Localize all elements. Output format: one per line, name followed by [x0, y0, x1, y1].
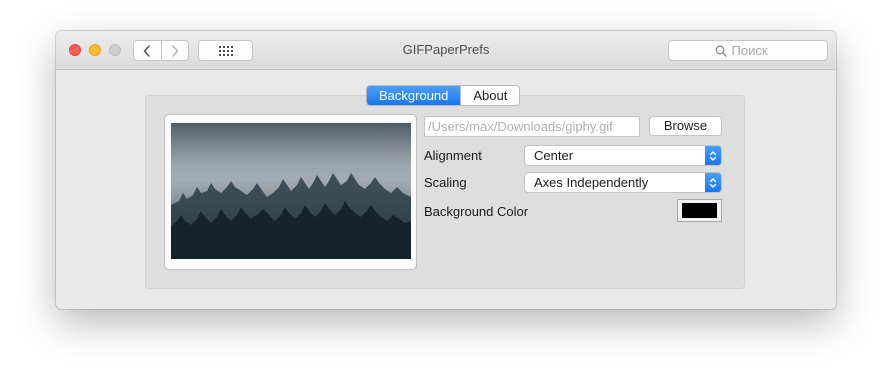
preferences-window: GIFPaperPrefs Background About /Users/ma…	[56, 31, 836, 309]
browse-button[interactable]: Browse	[649, 116, 722, 136]
tab-about[interactable]: About	[460, 86, 519, 105]
background-color-well[interactable]	[677, 199, 722, 222]
grid-icon	[218, 45, 233, 56]
close-window-button[interactable]	[69, 44, 81, 56]
search-input[interactable]	[731, 43, 782, 58]
alignment-popup[interactable]: Center	[524, 145, 722, 166]
scaling-popup[interactable]: Axes Independently	[524, 172, 722, 193]
search-field[interactable]	[668, 40, 828, 61]
alignment-label: Alignment	[424, 148, 482, 163]
tab-bar: Background About	[366, 85, 521, 106]
up-down-arrows-icon	[705, 146, 721, 165]
chevron-left-icon	[144, 44, 150, 57]
zoom-window-button[interactable]	[109, 44, 121, 56]
show-all-button[interactable]	[198, 40, 253, 61]
magnifier-icon	[715, 45, 727, 57]
gif-path-field[interactable]: /Users/max/Downloads/giphy.gif	[424, 116, 640, 137]
color-swatch	[682, 203, 717, 218]
forward-button[interactable]	[160, 41, 189, 60]
gif-preview-image	[171, 123, 411, 259]
chevron-right-icon	[172, 44, 178, 57]
minimize-window-button[interactable]	[89, 44, 101, 56]
up-down-arrows-icon	[705, 173, 721, 192]
title-bar: GIFPaperPrefs	[56, 31, 836, 70]
back-button[interactable]	[134, 41, 161, 60]
background-color-label: Background Color	[424, 204, 529, 219]
gif-preview-well[interactable]	[164, 114, 417, 270]
tab-background[interactable]: Background	[367, 86, 461, 105]
alignment-value: Center	[534, 148, 574, 163]
scaling-value: Axes Independently	[534, 175, 649, 190]
scaling-label: Scaling	[424, 175, 467, 190]
navigation-buttons	[133, 40, 189, 61]
